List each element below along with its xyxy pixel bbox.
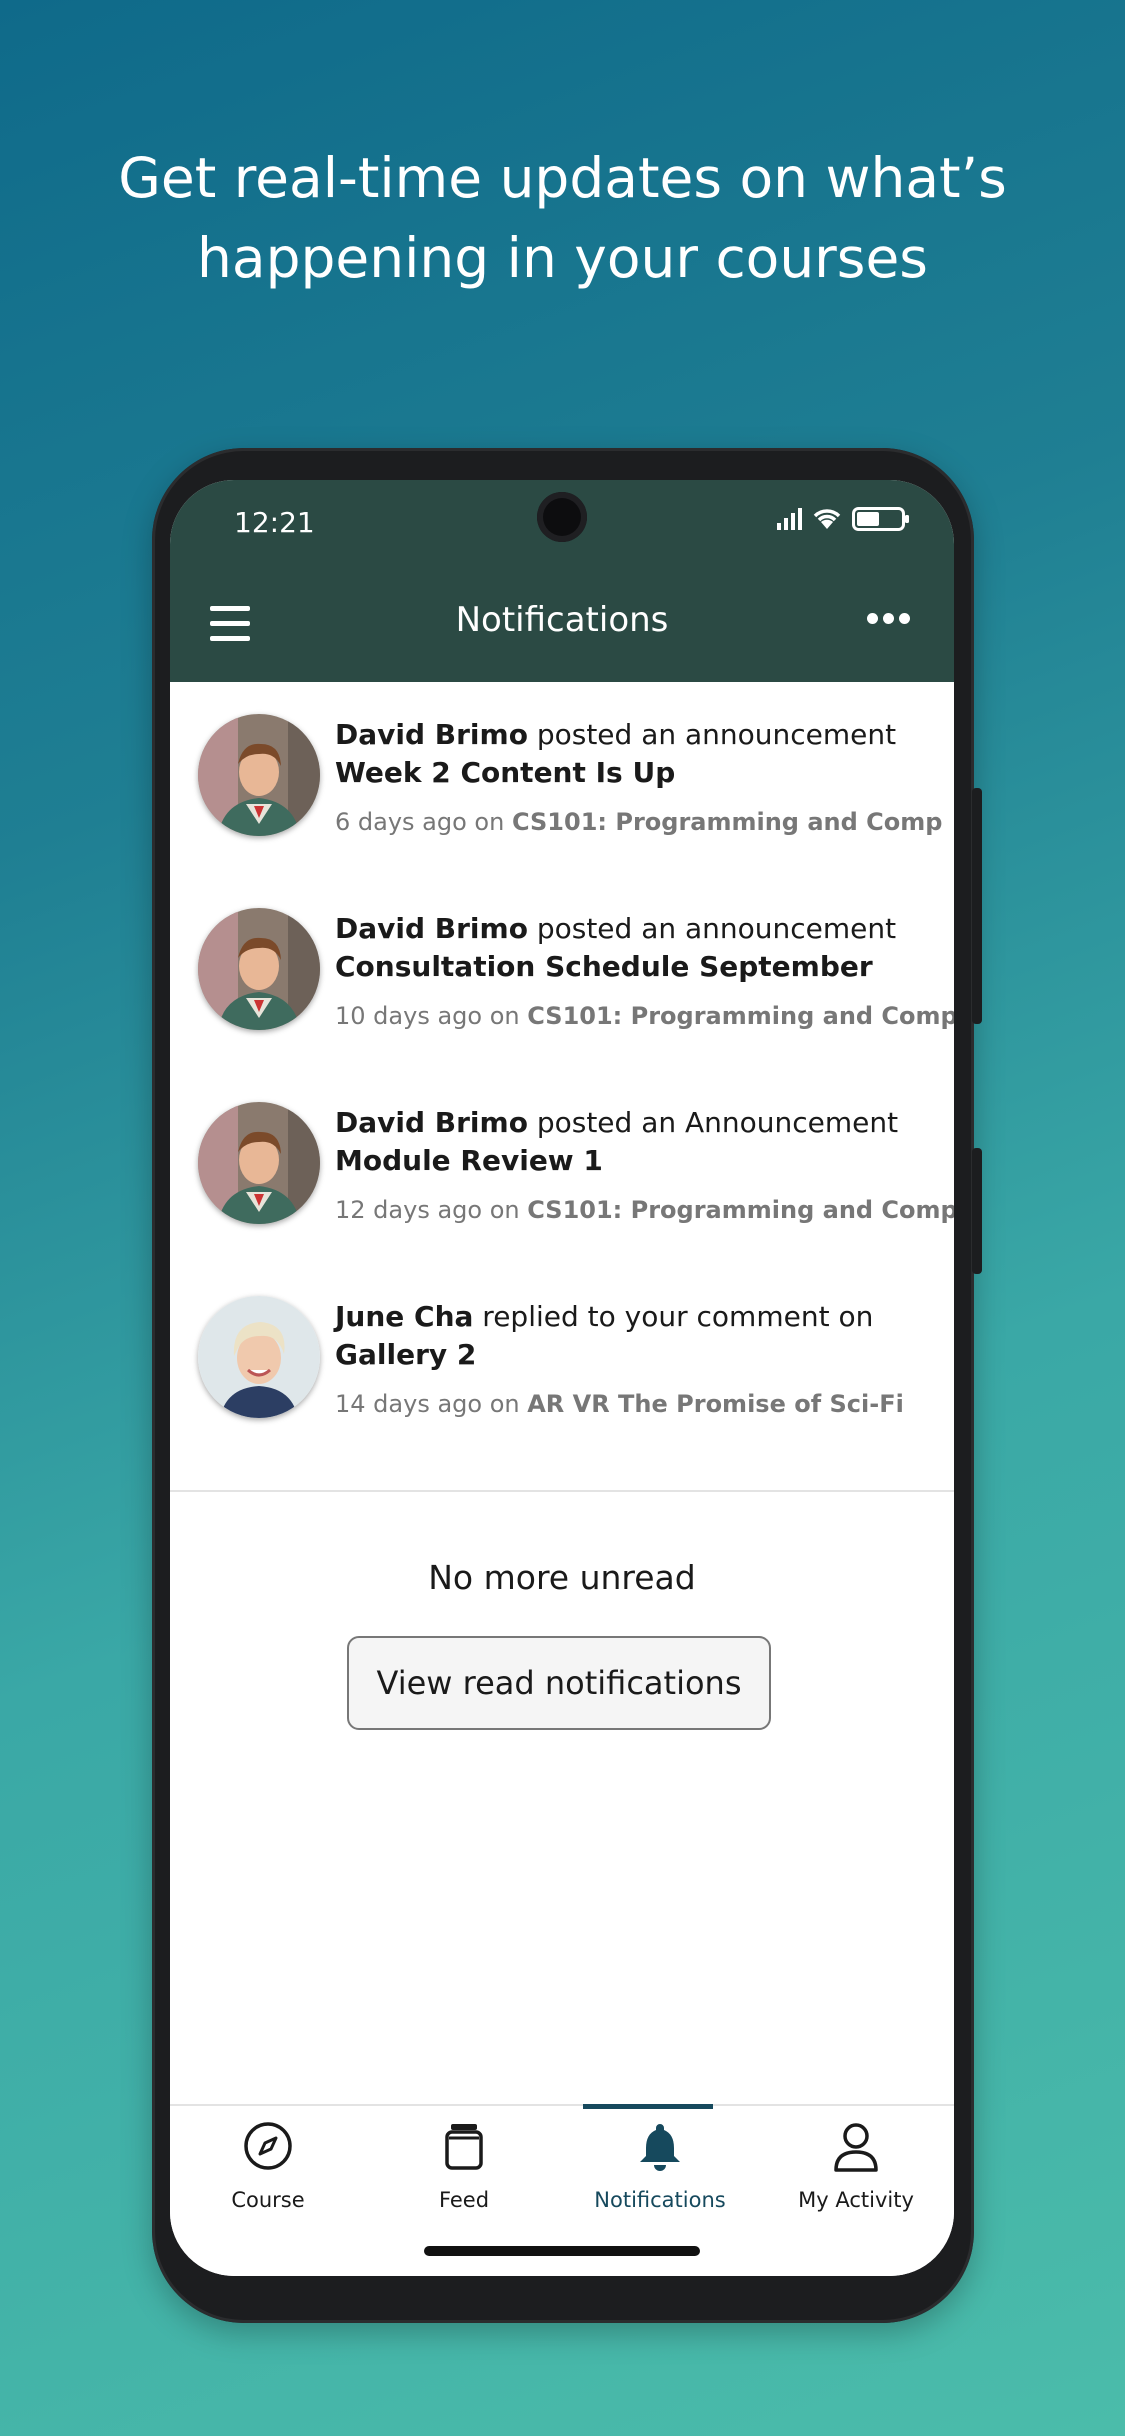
notification-action: posted an Announcement — [527, 1106, 899, 1139]
notification-time: 12 days ago on — [335, 1196, 528, 1224]
female-avatar-icon — [198, 1296, 320, 1418]
tab-label: Notifications — [594, 2188, 726, 2212]
home-indicator[interactable] — [424, 2246, 700, 2256]
notification-author: June Cha — [335, 1300, 474, 1333]
notification-course: CS101: Programming and Comp — [527, 1196, 954, 1224]
front-camera — [537, 492, 587, 542]
notification-action: replied to your comment on — [473, 1300, 874, 1333]
person-icon — [834, 2123, 878, 2172]
notification-time: 10 days ago on — [335, 1002, 528, 1030]
headline-line-1: Get real-time updates on what’s — [118, 146, 1007, 210]
tab-my-activity[interactable]: My Activity — [758, 2106, 954, 2246]
male-avatar-icon — [198, 714, 320, 836]
notification-course: AR VR The Promise of Sci-Fi — [527, 1390, 904, 1418]
notification-action: posted an announcement — [527, 718, 897, 751]
compass-icon — [244, 2122, 292, 2170]
notification-subject: Module Review 1 — [335, 1144, 603, 1177]
notification-time: 14 days ago on — [335, 1390, 528, 1418]
feed-icon — [445, 2124, 483, 2170]
tab-notifications[interactable]: Notifications — [562, 2106, 758, 2246]
tab-feed[interactable]: Feed — [366, 2106, 562, 2246]
battery-icon — [852, 507, 909, 531]
notification-subject: Consultation Schedule September — [335, 950, 873, 983]
headline-line-2: happening in your courses — [197, 226, 928, 290]
tab-label: Feed — [438, 2188, 490, 2212]
notification-action: posted an announcement — [527, 912, 897, 945]
male-avatar-icon — [198, 908, 320, 1030]
phone-power-button — [972, 1148, 982, 1274]
tab-label: My Activity — [798, 2188, 914, 2212]
notification-course: CS101: Programming and Comp — [511, 808, 943, 836]
status-time: 12:21 — [234, 506, 315, 539]
male-avatar-icon — [198, 1102, 320, 1224]
bell-icon — [640, 2124, 680, 2171]
notification-list: David Brimo posted an announcement Week … — [170, 690, 954, 1466]
notification-subject: Week 2 Content Is Up — [335, 756, 676, 789]
more-dot — [867, 613, 878, 624]
more-dot — [899, 613, 910, 624]
list-divider — [170, 1490, 954, 1492]
notification-author: David Brimo — [335, 1106, 528, 1139]
notification-subject: Gallery 2 — [335, 1338, 477, 1371]
notification-item[interactable]: David Brimo posted an announcement Consu… — [170, 884, 954, 1078]
signal-icon — [777, 508, 802, 530]
notification-item[interactable]: June Cha replied to your comment on Gall… — [170, 1272, 954, 1466]
wifi-icon — [813, 509, 841, 529]
more-options-button[interactable] — [867, 613, 910, 624]
notification-time: 6 days ago on — [335, 808, 512, 836]
phone-screen: 12:21 Notifications David Brimo posted a… — [170, 480, 954, 2276]
notification-item[interactable]: David Brimo posted an Announcement Modul… — [170, 1078, 954, 1272]
tab-label: Course — [231, 2188, 305, 2212]
tab-course[interactable]: Course — [170, 2106, 366, 2246]
promo-headline: Get real-time updates on what’s happenin… — [0, 138, 1125, 298]
view-read-notifications-button[interactable]: View read notifications — [347, 1636, 771, 1730]
app-bar: 12:21 Notifications — [170, 480, 954, 682]
status-icons — [776, 506, 910, 532]
notification-author: David Brimo — [335, 912, 528, 945]
more-dot — [883, 613, 894, 624]
page-title: Notifications — [455, 600, 669, 640]
notification-author: David Brimo — [335, 718, 528, 751]
phone-volume-button — [972, 788, 982, 1024]
no-more-unread-text: No more unread — [428, 1558, 696, 1597]
notification-course: CS101: Programming and Comp — [527, 1002, 954, 1030]
notification-item[interactable]: David Brimo posted an announcement Week … — [170, 690, 954, 884]
